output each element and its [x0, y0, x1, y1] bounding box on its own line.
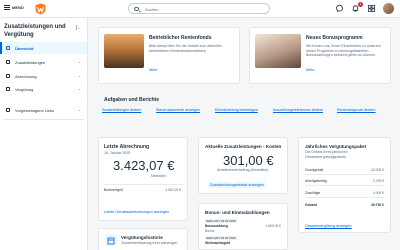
sidebar-item-overview[interactable]: Übersicht — [0, 42, 87, 54]
gross-pay-value: 4.560,25 € — [165, 188, 181, 192]
divider — [305, 174, 385, 175]
divider — [104, 184, 184, 185]
package-row-value: 4.000 € — [373, 191, 384, 195]
tasks-title: Aufgaben und Berichte — [104, 97, 160, 103]
pension-card[interactable]: Betrieblicher Rentenfonds Bitte überprüf… — [98, 27, 240, 84]
sidebar-divider — [4, 119, 84, 120]
divider — [305, 197, 385, 198]
chevron-down-icon: ⌄ — [78, 107, 82, 112]
sidebar-item-label: Übersicht — [15, 46, 34, 51]
task-link-payout-references[interactable]: Auszahlungsreferenzen ändern — [273, 108, 323, 112]
last-payroll-date: 16. Januar 2025 — [104, 151, 130, 155]
benefits-icon — [6, 60, 10, 64]
annual-package-subtitle: Die Details Ihres jährlichen Gesamtvergü… — [305, 150, 348, 159]
payment-status-tag: GEPLANT 03.04.2025 — [205, 236, 237, 240]
task-link-one-time-payment[interactable]: Einmalzahlung beantragen — [215, 108, 258, 112]
pension-title: Betrieblicher Rentenfonds — [149, 35, 212, 41]
search-field[interactable]: Suchen — [128, 3, 270, 14]
history-text: Zusammenfassung Ihrer bisherigen — [121, 241, 178, 245]
last-payroll-card[interactable]: Letzte Abrechnung 16. Januar 2025 3.423,… — [98, 137, 188, 221]
package-row-label: Gesamt — [305, 203, 318, 207]
pension-text: Bitte überprüfen Sie die Details zum akt… — [149, 44, 222, 53]
compensation-history-card[interactable]: Vergütungshistorie Zusammenfassung Ihrer… — [98, 228, 188, 250]
payroll-icon — [6, 74, 10, 78]
sidebar-item-payroll[interactable]: Abrechnung ⌄ — [0, 70, 87, 82]
top-bar: MENÜ Suchen 1 — [0, 0, 400, 18]
task-link-change-benefits[interactable]: Zusatzleistungen ändern — [102, 108, 141, 112]
sidebar-item-label: Vergütung — [15, 87, 34, 92]
chevron-down-icon: ⌄ — [78, 59, 82, 64]
bonus-text: Wir freuen uns, Ihnen Einzelheiten zu un… — [306, 44, 381, 57]
apps-icon[interactable] — [367, 4, 376, 13]
gross-pay-label: Bruttoentgelt — [104, 188, 123, 192]
user-avatar[interactable] — [383, 3, 394, 14]
payslips-link[interactable]: Letzte Gehaltsabrechnungen anzeigen — [104, 210, 169, 214]
task-link-pension-claim[interactable]: Rentenanspruch ändern — [337, 108, 376, 112]
package-row-label: Arbeitgeberbtg. — [305, 179, 328, 183]
overview-icon — [6, 46, 10, 50]
benefit-costs-title: Aktuelle Zusatzleistungen - Kosten — [205, 144, 282, 149]
menu-button[interactable]: MENÜ — [4, 5, 24, 10]
package-row-value: 49.700 € — [371, 203, 384, 207]
compensation-icon — [6, 87, 10, 91]
hamburger-icon — [4, 5, 10, 10]
package-row-label: Zuschläge — [305, 191, 321, 195]
annual-package-title: Jährliches Vergütungspaket — [305, 144, 367, 149]
bonus-more-link[interactable]: Mehr — [306, 68, 315, 72]
annual-package-card[interactable]: Jährliches Vergütungspaket Die Details I… — [298, 137, 391, 233]
benefit-details-button[interactable]: Zusatzleistungsdetails anzeigen — [208, 182, 266, 188]
bonus-title: Neues Bonusprogramm — [306, 35, 363, 41]
sidebar: Zusatzleistungen und Vergütung |← Übersi… — [0, 18, 88, 250]
sidebar-item-label: Abrechnung — [15, 74, 37, 79]
package-row-value: 2.700 € — [373, 179, 384, 183]
history-title: Vergütungshistorie — [121, 235, 163, 240]
bonus-card[interactable]: Neues Bonusprogramm Wir freuen uns, Ihne… — [249, 27, 391, 84]
payments-card[interactable]: Bonus- und Einmalzahlungen GEPLANT 03.03… — [198, 203, 288, 250]
history-icon — [105, 234, 117, 246]
bell-icon[interactable]: 1 — [351, 2, 363, 13]
net-pay-caption: Nettolohn — [151, 174, 167, 178]
payment-amount: 1.650,00 € — [265, 224, 281, 228]
sidebar-item-label: Zusatzleistungen — [15, 60, 46, 65]
chevron-down-icon: ⌄ — [78, 86, 82, 91]
total-compensation-link[interactable]: Gesamtvergütung anzeigen — [305, 224, 352, 228]
payment-name: Bonuszahlung — [205, 224, 228, 228]
sidebar-item-compensation[interactable]: Vergütung ⌄ — [0, 83, 87, 95]
payment-type: Bonus — [205, 229, 215, 233]
sidebar-item-benefits[interactable]: Zusatzleistungen ⌄ — [0, 56, 87, 68]
sidebar-item-label: Vorgeschlagene Links — [15, 108, 55, 113]
sidebar-item-suggested-links[interactable]: Vorgeschlagene Links ⌄ — [0, 104, 87, 116]
notification-badge: 1 — [358, 2, 363, 7]
pension-more-link[interactable]: Mehr — [149, 68, 158, 72]
pension-image — [104, 34, 144, 68]
sidebar-title: Zusatzleistungen und Vergütung — [4, 24, 66, 38]
chat-icon[interactable] — [335, 4, 344, 13]
bonus-image — [255, 34, 301, 68]
search-icon — [134, 6, 139, 11]
collapse-sidebar-icon[interactable]: |← — [76, 25, 82, 31]
package-row-label: Grundgehalt — [305, 168, 324, 172]
benefit-costs-card[interactable]: Aktuelle Zusatzleistungen - Kosten 301,0… — [198, 137, 288, 194]
chevron-down-icon: ⌄ — [78, 73, 82, 78]
last-payroll-title: Letzte Abrechnung — [104, 144, 150, 150]
divider — [305, 185, 385, 186]
link-icon — [6, 108, 10, 112]
company-logo — [35, 3, 46, 15]
payment-status-tag: GEPLANT 03.03.2025 — [205, 219, 237, 223]
package-row-value: 43.000 € — [371, 168, 384, 172]
benefit-costs-amount: 301,00 € — [223, 153, 274, 168]
benefit-costs-caption: Arbeitnehmerbeitrag (Monatlich) — [217, 168, 269, 172]
payment-name: Weihnachtsgeld — [205, 241, 231, 245]
payments-title: Bonus- und Einmalzahlungen — [205, 210, 270, 215]
task-link-tax-documents[interactable]: Steuerdokumente anzeigen — [156, 108, 200, 112]
menu-label: MENÜ — [12, 5, 24, 10]
net-pay-amount: 3.423,07 € — [113, 158, 175, 173]
search-placeholder: Suchen — [145, 7, 159, 12]
